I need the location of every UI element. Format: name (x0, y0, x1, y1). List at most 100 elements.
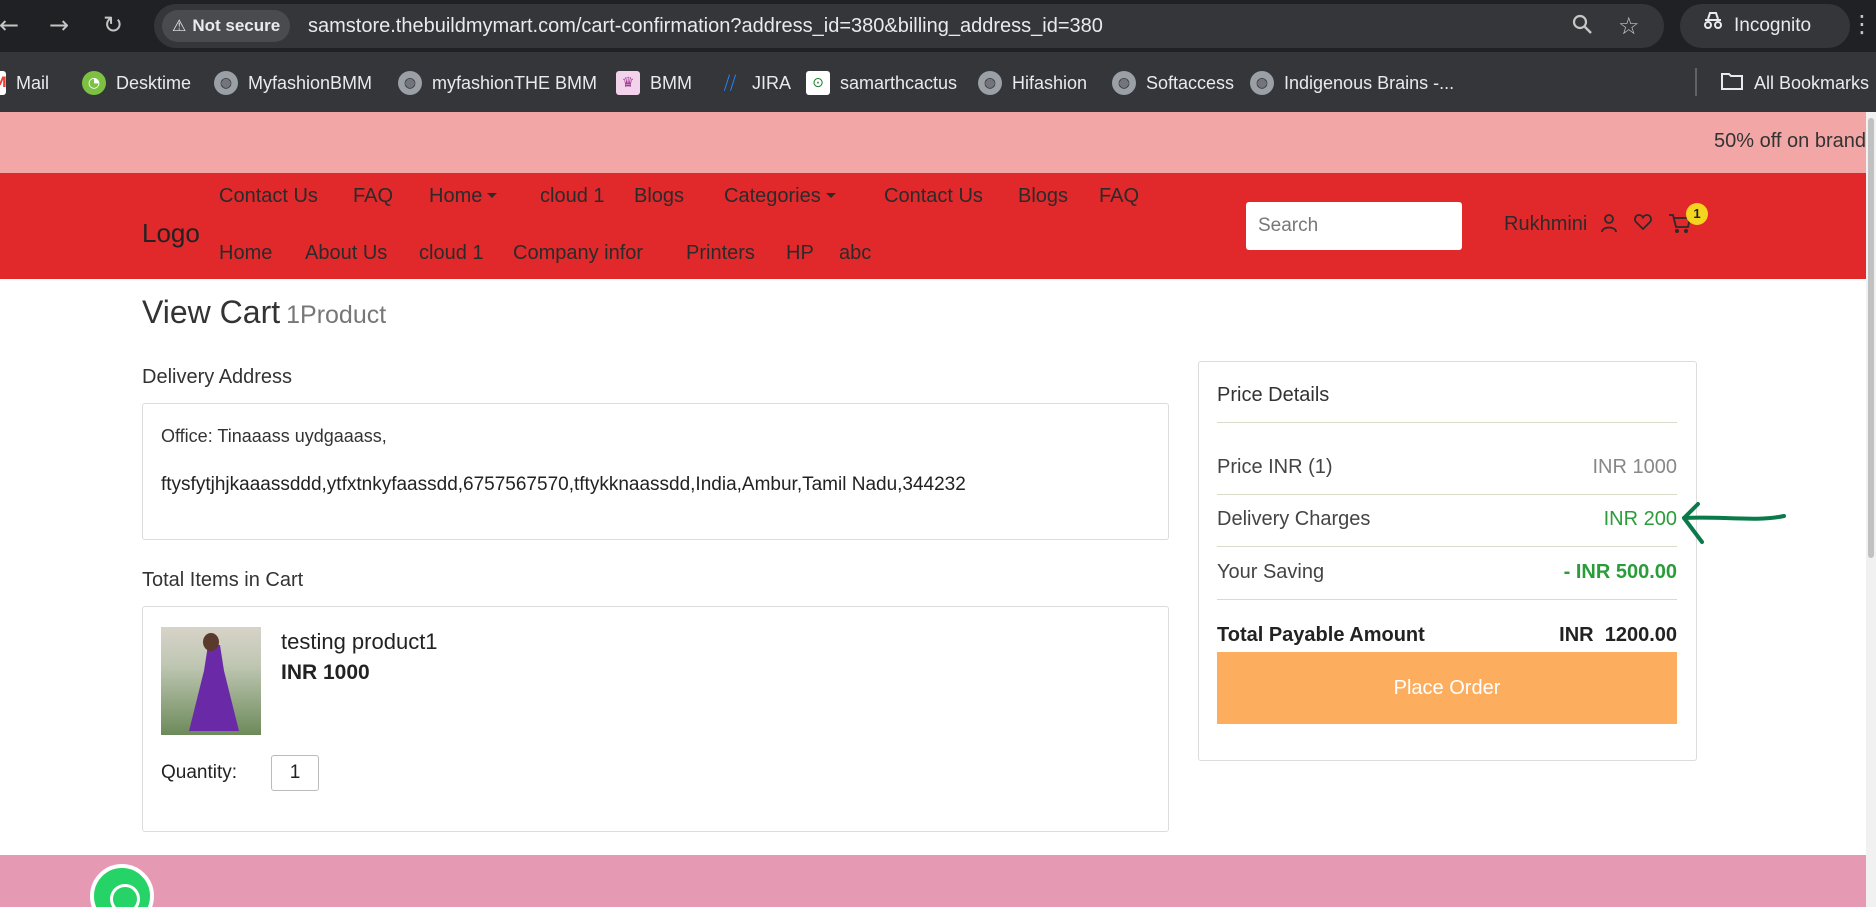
items-in-cart-title: Total Items in Cart (142, 569, 304, 591)
price-value: INR 1000 (1592, 456, 1678, 478)
saving-label: Your Saving (1217, 561, 1325, 583)
globe-icon: ◍ (398, 71, 422, 95)
bookmark-star-icon[interactable]: ☆ (1618, 12, 1640, 40)
delivery-address-card: Office: Tinaaass uydgaaass, ftysfytjhjka… (142, 403, 1169, 540)
page-title: View Cart 1Product (142, 294, 386, 331)
product-name[interactable]: testing product1 (281, 629, 438, 655)
bookmarks-divider (1695, 68, 1697, 96)
dress-shape (189, 645, 239, 731)
product-count: 1Product (286, 301, 387, 329)
total-value: INR 1200.00 (1559, 624, 1677, 646)
desktime-icon: ◔ (82, 71, 106, 95)
jira-icon: ⧸⧸ (723, 72, 737, 94)
cart-count-badge: 1 (1686, 203, 1708, 225)
promo-text: 50% off on brand (1714, 130, 1866, 152)
bookmark-hifashion[interactable]: ◍ Hifashion (978, 70, 1087, 96)
bmm-icon: ♛ (616, 71, 640, 95)
nav-home[interactable]: Home (219, 242, 272, 265)
nav-faq[interactable]: FAQ (353, 185, 393, 208)
nav-blogs[interactable]: Blogs (634, 185, 684, 208)
security-indicator[interactable]: ⚠ Not secure (162, 10, 291, 42)
browser-menu-icon[interactable]: ⋮ (1850, 10, 1874, 38)
incognito-indicator[interactable]: Incognito (1680, 4, 1850, 48)
url-text[interactable]: samstore.thebuildmymart.com/cart-confirm… (308, 14, 1103, 38)
nav-about-us[interactable]: About Us (305, 242, 387, 265)
nav-contact-us-2[interactable]: Contact Us (884, 185, 983, 208)
nav-company-info[interactable]: Company infor (513, 242, 643, 265)
forward-icon[interactable]: → (44, 10, 74, 40)
bookmark-desktime[interactable]: ◔ Desktime (82, 70, 191, 96)
price-label: Price INR (1) (1217, 456, 1333, 478)
site-header: Logo Contact Us FAQ Home cloud 1 Blogs C… (0, 173, 1866, 279)
globe-icon: ◍ (214, 71, 238, 95)
bookmark-samarthcactus[interactable]: ⊙ samarthcactus (806, 70, 957, 96)
back-icon[interactable]: ← (0, 10, 24, 40)
divider (1217, 546, 1677, 547)
nav-faq-2[interactable]: FAQ (1099, 185, 1139, 208)
wishlist-heart-icon[interactable] (1634, 213, 1652, 236)
cart-item-card: testing product1 INR 1000 Quantity: (142, 606, 1169, 832)
saving-value: - INR 500.00 (1563, 561, 1677, 583)
quantity-label: Quantity: (161, 762, 238, 783)
quantity-input[interactable] (271, 755, 319, 791)
nav-abc[interactable]: abc (839, 242, 871, 265)
annotation-arrow-icon (1682, 502, 1786, 544)
delivery-charges-row: Delivery Charges INR 200 (1217, 508, 1677, 531)
user-icon[interactable] (1600, 213, 1618, 238)
bookmark-jira[interactable]: ⧸⧸ JIRA (718, 70, 791, 96)
nav-contact-us[interactable]: Contact Us (219, 185, 318, 208)
bookmark-myfashionbmm[interactable]: ◍ MyfashionBMM (214, 70, 372, 96)
price-details-title: Price Details (1217, 384, 1330, 406)
total-label: Total Payable Amount (1217, 624, 1425, 646)
delivery-charges-label: Delivery Charges (1217, 508, 1371, 530)
user-name[interactable]: Rukhmini (1504, 213, 1587, 236)
saving-row: Your Saving - INR 500.00 (1217, 561, 1677, 584)
all-bookmarks[interactable]: All Bookmarks (1720, 70, 1869, 96)
divider (1217, 599, 1677, 600)
address-line-1: Office: Tinaaass uydgaaass, (161, 426, 387, 446)
warning-icon: ⚠ (172, 16, 187, 35)
nav-printers[interactable]: Printers (686, 242, 755, 265)
delivery-address-title: Delivery Address (142, 366, 293, 388)
bookmark-softaccess[interactable]: ◍ Softaccess (1112, 70, 1234, 96)
nav-categories-dropdown[interactable]: Categories (724, 185, 836, 208)
price-row: Price INR (1) INR 1000 (1217, 456, 1677, 479)
bookmark-indigenous-brains[interactable]: ◍ Indigenous Brains -... (1250, 70, 1454, 96)
nav-cloud-1[interactable]: cloud 1 (540, 185, 605, 208)
incognito-label: Incognito (1734, 15, 1812, 36)
folder-icon (1720, 71, 1744, 96)
product-price: INR 1000 (281, 661, 370, 684)
zoom-icon[interactable] (1570, 12, 1594, 42)
gmail-icon: M (0, 71, 7, 95)
bookmarks-bar: M Mail ◔ Desktime ◍ MyfashionBMM ◍ myfas… (0, 52, 1876, 112)
nav-hp[interactable]: HP (786, 242, 814, 265)
view-cart-title: View Cart (142, 294, 281, 330)
promo-banner: 50% off on brand (0, 112, 1866, 173)
model-head-shape (203, 633, 219, 651)
address-line-2: ftysfytjhjkaaassddd,ytfxtnkyfaassdd,6757… (161, 474, 966, 495)
globe-icon: ◍ (978, 71, 1002, 95)
scrollbar-thumb[interactable] (1868, 118, 1874, 558)
cactus-icon: ⊙ (806, 71, 830, 95)
total-row: Total Payable Amount INR 1200.00 (1217, 624, 1677, 647)
nav-blogs-2[interactable]: Blogs (1018, 185, 1068, 208)
incognito-icon (1702, 4, 1724, 48)
site-logo[interactable]: Logo (142, 218, 200, 249)
nav-home-dropdown[interactable]: Home (429, 185, 497, 208)
address-bar[interactable]: ⚠ Not secure samstore.thebuildmymart.com… (154, 4, 1664, 48)
divider (1217, 494, 1677, 495)
search-input[interactable] (1246, 202, 1462, 250)
globe-icon: ◍ (1112, 71, 1136, 95)
globe-icon: ◍ (1250, 71, 1274, 95)
bookmark-bmm[interactable]: ♛ BMM (616, 70, 692, 96)
price-details-card: Price Details Price INR (1) INR 1000 Del… (1198, 361, 1697, 761)
place-order-button[interactable]: Place Order (1217, 652, 1677, 724)
product-image[interactable] (161, 627, 261, 735)
nav-cloud-1-2[interactable]: cloud 1 (419, 242, 484, 265)
bookmark-myfashion-the-bmm[interactable]: ◍ myfashionTHE BMM (398, 70, 597, 96)
divider (1217, 422, 1677, 423)
delivery-charges-value: INR 200 (1603, 508, 1677, 530)
bookmark-mail[interactable]: M Mail (0, 70, 49, 96)
reload-icon[interactable]: ↻ (98, 10, 128, 40)
site-footer (0, 855, 1866, 907)
